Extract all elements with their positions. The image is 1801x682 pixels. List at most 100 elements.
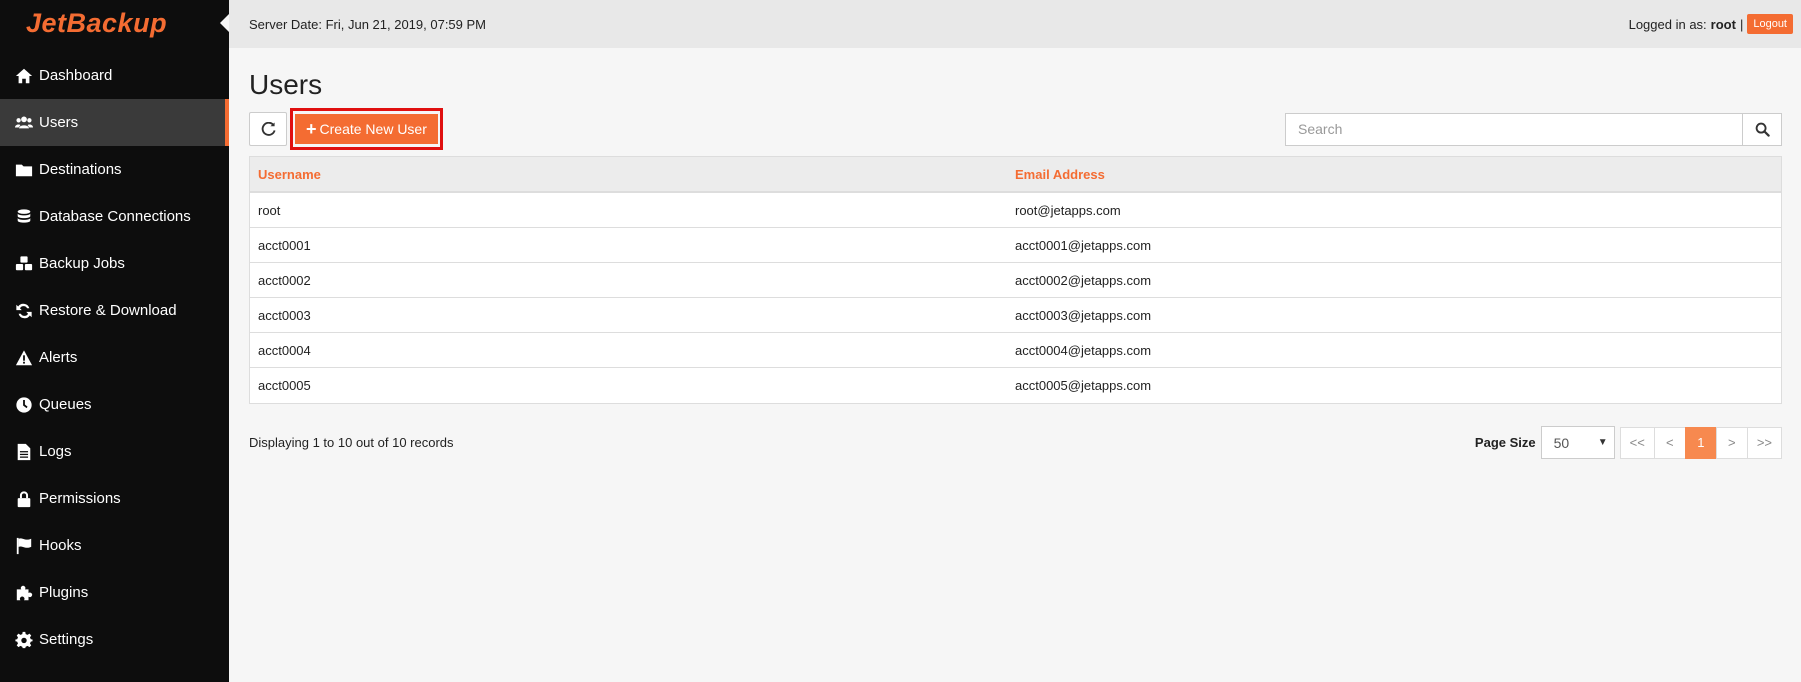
top-bar: Server Date: Fri, Jun 21, 2019, 07:59 PM…	[229, 0, 1801, 48]
create-new-user-label: Create New User	[319, 121, 427, 137]
sidebar-item-permissions[interactable]: Permissions	[0, 475, 229, 522]
sidebar-item-backup-jobs[interactable]: Backup Jobs	[0, 240, 229, 287]
prev-page-button[interactable]: <	[1653, 426, 1686, 459]
sidebar-item-label: Plugins	[39, 584, 89, 601]
server-date: Server Date: Fri, Jun 21, 2019, 07:59 PM	[249, 16, 487, 32]
sidebar-item-label: Restore & Download	[39, 302, 177, 319]
sidebar-item-restore-download[interactable]: Restore & Download	[0, 287, 229, 334]
email-cell: root@jetapps.com	[1015, 202, 1121, 218]
email-cell: acct0002@jetapps.com	[1015, 272, 1152, 288]
sidebar-item-label: Hooks	[39, 537, 82, 554]
pagination: Page Size 50 ▼ << < 1 > >>	[1475, 426, 1782, 459]
table-row[interactable]: acct0001 acct0001@jetapps.com	[250, 228, 1781, 263]
toolbar: + Create New User	[249, 108, 1782, 150]
sidebar-item-dashboard[interactable]: Dashboard	[0, 52, 229, 99]
sidebar-item-label: Database Connections	[39, 208, 191, 225]
email-cell: acct0001@jetapps.com	[1015, 237, 1152, 253]
refresh-icon	[261, 121, 275, 136]
sidebar-item-hooks[interactable]: Hooks	[0, 522, 229, 569]
username-cell: acct0003	[258, 307, 311, 323]
logo[interactable]: JetBackup	[0, 0, 229, 46]
column-email[interactable]: Email Address	[1015, 167, 1105, 182]
sidebar-item-users[interactable]: Users	[0, 99, 229, 146]
email-cell: acct0003@jetapps.com	[1015, 307, 1152, 323]
username-cell: acct0004	[258, 342, 311, 358]
file-icon	[14, 442, 34, 462]
search-input[interactable]	[1285, 112, 1742, 146]
sidebar-item-label: Dashboard	[39, 67, 113, 84]
puzzle-icon	[14, 583, 34, 603]
refresh-button[interactable]	[249, 112, 287, 146]
table-row[interactable]: acct0003 acct0003@jetapps.com	[250, 298, 1781, 333]
column-username[interactable]: Username	[258, 167, 321, 182]
separator: |	[1739, 16, 1744, 32]
sidebar-item-label: Settings	[39, 631, 94, 648]
page-title: Users	[249, 69, 323, 100]
table-row[interactable]: acct0002 acct0002@jetapps.com	[250, 263, 1781, 298]
sidebar-item-plugins[interactable]: Plugins	[0, 569, 229, 616]
username-cell: acct0005	[258, 378, 311, 393]
sidebar-nav: Dashboard Users Destinations Database Conne…	[0, 52, 229, 663]
folder-icon	[14, 160, 34, 180]
table-body: root root@jetapps.com acct0001 acct0001@jet…	[250, 193, 1781, 403]
pager: << < 1 > >>	[1619, 426, 1782, 459]
sidebar-item-label: Logs	[39, 443, 72, 460]
clock-icon	[14, 395, 34, 415]
current-page-button[interactable]: 1	[1684, 426, 1717, 459]
username-cell: root	[258, 202, 281, 218]
table-row[interactable]: root root@jetapps.com	[250, 193, 1781, 228]
sidebar-item-label: Permissions	[39, 490, 121, 507]
sidebar-item-settings[interactable]: Settings	[0, 616, 229, 663]
sidebar-item-label: Queues	[39, 396, 92, 413]
email-cell: acct0004@jetapps.com	[1015, 342, 1152, 358]
sidebar-item-queues[interactable]: Queues	[0, 381, 229, 428]
sidebar-item-destinations[interactable]: Destinations	[0, 146, 229, 193]
main-content: Users + Create New User Username Email A…	[249, 48, 1782, 459]
search-button[interactable]	[1742, 112, 1782, 146]
refresh-icon	[14, 301, 34, 321]
page-size-value: 50	[1553, 434, 1570, 451]
home-icon	[14, 66, 34, 86]
next-page-button[interactable]: >	[1715, 426, 1748, 459]
sidebar-item-label: Backup Jobs	[39, 255, 125, 272]
logo-text: JetBackup	[26, 7, 168, 38]
sidebar-item-label: Users	[39, 114, 79, 131]
create-user-highlight: + Create New User	[290, 108, 443, 150]
records-count: Displaying 1 to 10 out of 10 records	[249, 435, 454, 450]
users-icon	[14, 113, 34, 133]
page-size-label: Page Size	[1474, 435, 1536, 450]
database-icon	[14, 207, 34, 227]
sidebar-caret	[220, 14, 229, 32]
gear-icon	[14, 630, 34, 650]
username-cell: acct0001	[258, 237, 311, 253]
search-group	[1285, 112, 1782, 146]
search-icon	[1755, 122, 1770, 137]
sidebar-item-label: Destinations	[39, 161, 122, 178]
users-table: Username Email Address root root@jetapps.…	[249, 156, 1782, 404]
logout-button[interactable]: Logout	[1747, 14, 1793, 34]
last-page-button[interactable]: >>	[1746, 426, 1782, 459]
lock-icon	[14, 489, 34, 509]
sidebar: JetBackup Dashboard Users Destinations Data…	[0, 0, 229, 682]
username-cell: acct0002	[258, 272, 311, 288]
create-new-user-button[interactable]: + Create New User	[295, 114, 438, 144]
logged-in-username: root	[1710, 16, 1736, 32]
warning-icon	[14, 348, 34, 368]
email-cell: acct0005@jetapps.com	[1015, 378, 1152, 393]
logged-in-label: Logged in as:	[1628, 16, 1707, 32]
sidebar-item-database-connections[interactable]: Database Connections	[0, 193, 229, 240]
sidebar-item-label: Alerts	[39, 349, 78, 366]
flag-icon	[14, 536, 34, 556]
sidebar-item-alerts[interactable]: Alerts	[0, 334, 229, 381]
table-header: Username Email Address	[250, 157, 1781, 193]
login-info: Logged in as: root | Logout	[1629, 14, 1793, 34]
page-size-select[interactable]: 50 ▼	[1540, 426, 1615, 459]
plus-icon: +	[306, 118, 317, 139]
table-footer: Displaying 1 to 10 out of 10 records Pag…	[249, 426, 1782, 459]
first-page-button[interactable]: <<	[1619, 426, 1655, 459]
table-row[interactable]: acct0004 acct0004@jetapps.com	[250, 333, 1781, 368]
table-row[interactable]: acct0005 acct0005@jetapps.com	[250, 368, 1781, 403]
caret-down-icon: ▼	[1597, 437, 1608, 448]
sidebar-item-logs[interactable]: Logs	[0, 428, 229, 475]
cubes-icon	[14, 254, 34, 274]
